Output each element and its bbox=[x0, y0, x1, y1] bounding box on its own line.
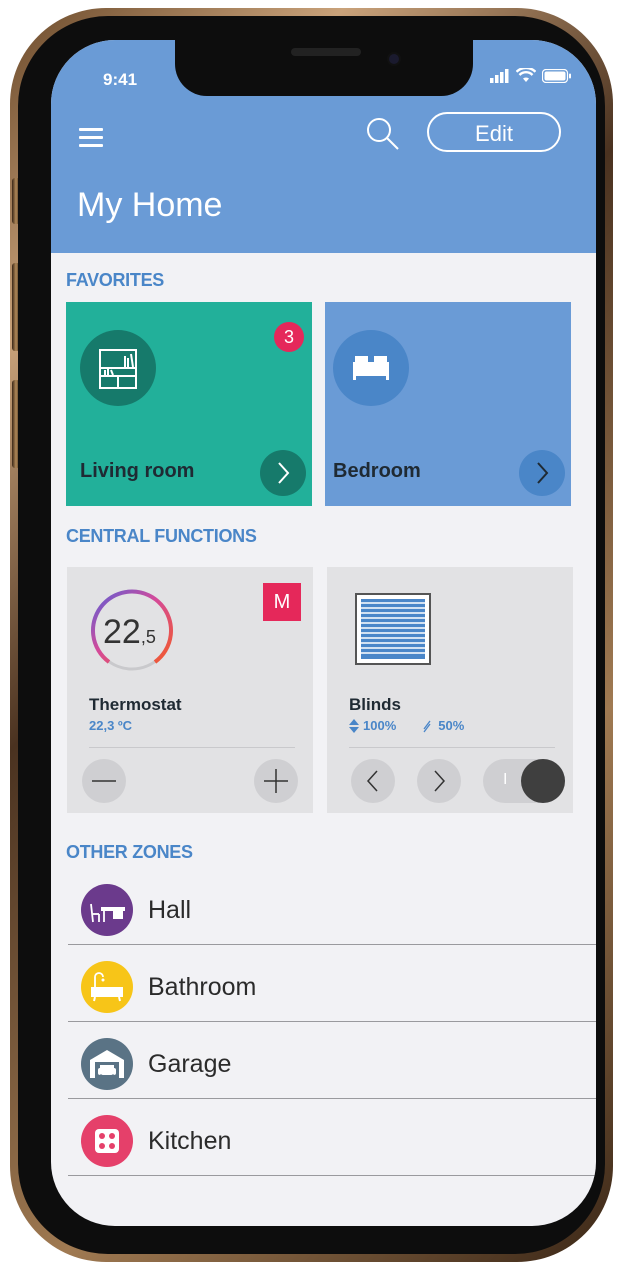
battery-icon bbox=[542, 68, 571, 83]
kitchen-icon bbox=[81, 1115, 133, 1167]
zone-name: Garage bbox=[148, 1050, 232, 1078]
notification-badge: 3 bbox=[274, 322, 304, 352]
blinds-status: 100% 50% bbox=[349, 718, 464, 733]
thermostat-value: 22,5 bbox=[103, 613, 156, 652]
bathtub-icon bbox=[81, 961, 133, 1013]
position-arrows-icon bbox=[349, 718, 359, 733]
speaker-grille bbox=[291, 48, 361, 56]
central-functions-heading: CENTRAL FUNCTIONS bbox=[66, 526, 257, 546]
status-icons bbox=[490, 68, 572, 83]
thermostat-current-temp: 22,3 ºC bbox=[89, 718, 133, 733]
favorite-name: Living room bbox=[80, 460, 195, 482]
page-title: My Home bbox=[77, 186, 223, 224]
divider bbox=[349, 747, 555, 748]
wifi-icon bbox=[516, 68, 536, 82]
tilt-icon bbox=[423, 720, 431, 732]
status-time: 9:41 bbox=[103, 70, 138, 89]
plus-icon[interactable] bbox=[254, 759, 298, 803]
front-camera bbox=[389, 54, 399, 64]
minus-icon[interactable] bbox=[82, 759, 126, 803]
favorite-card-living-room[interactable]: 3 Living room bbox=[66, 302, 312, 506]
zone-item-hall[interactable]: Hall bbox=[68, 868, 596, 945]
device-notch bbox=[175, 40, 473, 96]
app-screen: 9:41 Edit My Home FAVORITES 3 Living roo… bbox=[51, 40, 596, 1226]
zone-name: Kitchen bbox=[148, 1127, 232, 1155]
garage-icon bbox=[81, 1038, 133, 1090]
menu-icon[interactable] bbox=[79, 128, 103, 152]
favorites-heading: FAVORITES bbox=[66, 270, 164, 290]
divider bbox=[89, 747, 295, 748]
favorite-card-bedroom[interactable]: Bedroom bbox=[325, 302, 571, 506]
thermostat-card[interactable]: 22,5 M Thermostat 22,3 ºC bbox=[67, 567, 313, 813]
chevron-right-icon[interactable] bbox=[519, 450, 565, 496]
chevron-right-icon[interactable] bbox=[260, 450, 306, 496]
blinds-position: 100% bbox=[363, 718, 397, 733]
zone-item-kitchen[interactable]: Kitchen bbox=[68, 1099, 596, 1176]
signal-icon bbox=[490, 68, 509, 83]
thermostat-title: Thermostat bbox=[89, 695, 182, 714]
toggle-label: I bbox=[503, 771, 508, 788]
chevron-right-icon[interactable] bbox=[417, 759, 461, 803]
toggle-knob bbox=[521, 759, 565, 803]
thermostat-value-main: 22 bbox=[103, 613, 141, 651]
bed-icon bbox=[333, 330, 409, 406]
blinds-icon bbox=[355, 593, 431, 665]
edit-button[interactable]: Edit bbox=[427, 112, 561, 152]
blinds-title: Blinds bbox=[349, 695, 401, 714]
blinds-toggle[interactable]: I bbox=[483, 759, 565, 803]
zone-item-bathroom[interactable]: Bathroom bbox=[68, 945, 596, 1022]
blinds-card[interactable]: Blinds 100% 50% I bbox=[327, 567, 573, 813]
favorite-name: Bedroom bbox=[333, 460, 421, 482]
other-zones-heading: OTHER ZONES bbox=[66, 842, 193, 862]
zone-name: Bathroom bbox=[148, 973, 257, 1001]
chevron-left-icon[interactable] bbox=[351, 759, 395, 803]
hall-icon bbox=[81, 884, 133, 936]
blinds-tilt: 50% bbox=[438, 718, 465, 733]
search-icon[interactable] bbox=[365, 116, 401, 152]
zone-item-garage[interactable]: Garage bbox=[68, 1022, 596, 1099]
thermostat-value-decimal: ,5 bbox=[140, 627, 156, 647]
mode-badge: M bbox=[263, 583, 301, 621]
zone-name: Hall bbox=[148, 896, 192, 924]
bookshelf-icon bbox=[80, 330, 156, 406]
